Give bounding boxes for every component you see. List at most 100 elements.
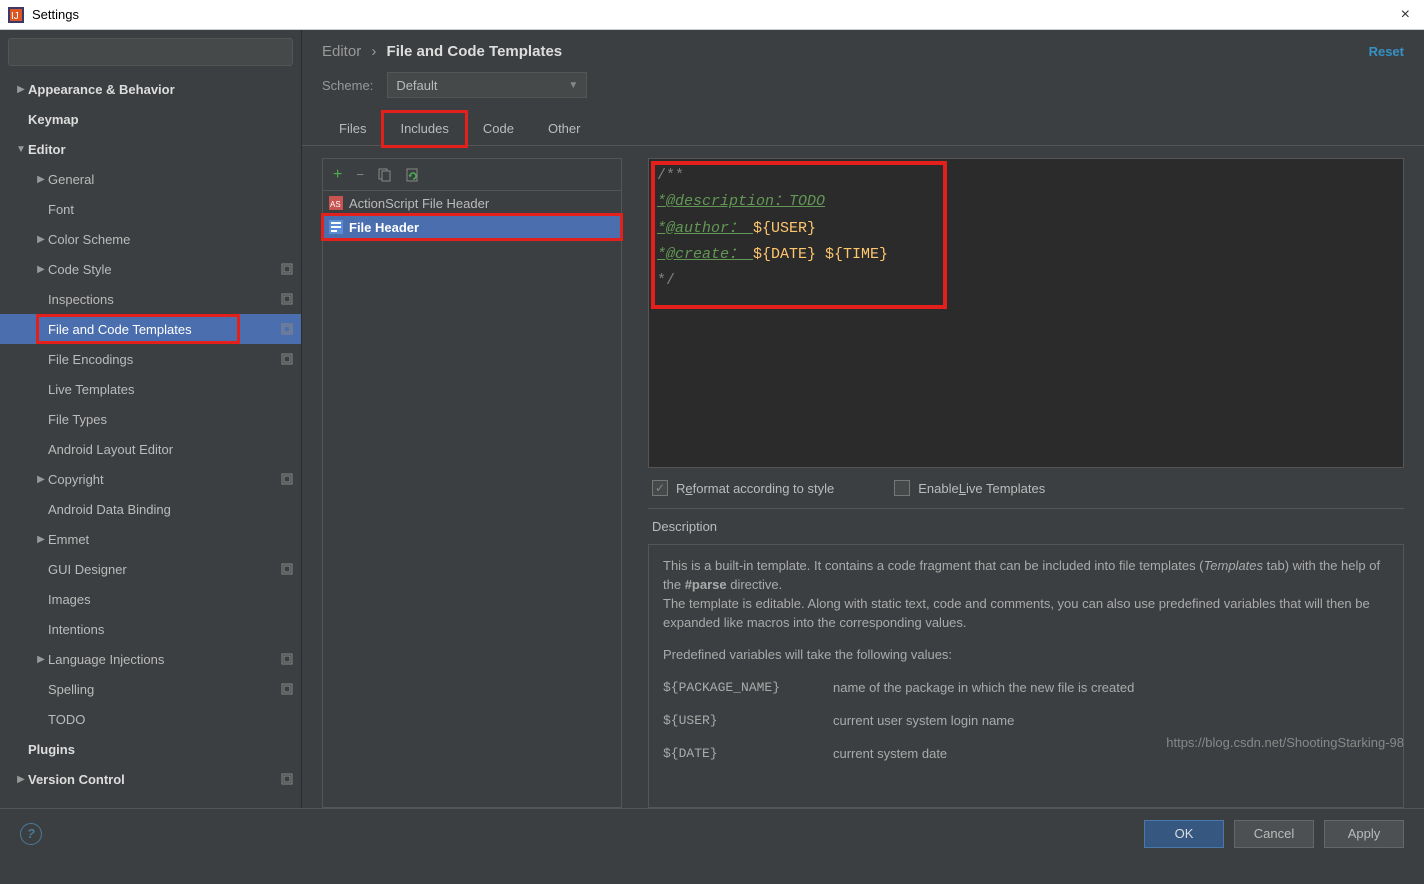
- ok-button[interactable]: OK: [1144, 820, 1224, 848]
- scope-icon: [281, 293, 293, 305]
- tab-files[interactable]: Files: [322, 112, 383, 145]
- sidebar-item-emmet[interactable]: ▶Emmet: [0, 524, 301, 554]
- sidebar-item-spelling[interactable]: Spelling: [0, 674, 301, 704]
- settings-tree[interactable]: ▶Appearance & BehaviorKeymap▼Editor▶Gene…: [0, 74, 301, 808]
- code-text: *@author：: [657, 220, 753, 237]
- includes-list[interactable]: AS ActionScript File Header File Header: [323, 191, 621, 807]
- sidebar-item-file-and-code-templates[interactable]: File and Code Templates: [0, 314, 301, 344]
- svg-text:IJ: IJ: [11, 11, 19, 22]
- sidebar-item-label: File Encodings: [48, 352, 277, 367]
- sidebar-item-gui-designer[interactable]: GUI Designer: [0, 554, 301, 584]
- sidebar-item-label: Language Injections: [48, 652, 277, 667]
- sidebar-item-label: Appearance & Behavior: [28, 82, 293, 97]
- help-button[interactable]: ?: [20, 823, 42, 845]
- sidebar-item-version-control[interactable]: ▶Version Control: [0, 764, 301, 794]
- breadcrumb: Editor › File and Code Templates: [322, 43, 1369, 60]
- chevron-right-icon: ▶: [34, 264, 48, 275]
- sidebar-item-label: File Types: [48, 412, 293, 427]
- chevron-right-icon: ▶: [14, 84, 28, 95]
- scheme-select[interactable]: Default ▼: [387, 72, 587, 98]
- variable-row: ${PACKAGE_NAME}name of the package in wh…: [663, 679, 1389, 698]
- sidebar-item-label: Keymap: [28, 112, 293, 127]
- chevron-right-icon: ▶: [34, 654, 48, 665]
- cancel-button[interactable]: Cancel: [1234, 820, 1314, 848]
- variable-desc: current user system login name: [833, 712, 1014, 731]
- sidebar-item-inspections[interactable]: Inspections: [0, 284, 301, 314]
- scope-icon: [281, 683, 293, 695]
- sidebar-item-android-data-binding[interactable]: Android Data Binding: [0, 494, 301, 524]
- settings-sidebar: 🔍 ▶Appearance & BehaviorKeymap▼Editor▶Ge…: [0, 30, 302, 808]
- sidebar-item-plugins[interactable]: Plugins: [0, 734, 301, 764]
- tab-code[interactable]: Code: [466, 112, 531, 145]
- sidebar-item-label: Emmet: [48, 532, 293, 547]
- sidebar-item-label: File and Code Templates: [48, 322, 277, 337]
- tab-other[interactable]: Other: [531, 112, 598, 145]
- scope-icon: [281, 563, 293, 575]
- variable-row: ${USER}current user system login name: [663, 712, 1389, 731]
- window-close-button[interactable]: ×: [1395, 6, 1416, 24]
- chevron-right-icon: ▶: [34, 534, 48, 545]
- sidebar-item-copyright[interactable]: ▶Copyright: [0, 464, 301, 494]
- chevron-down-icon: ▼: [14, 144, 28, 155]
- sidebar-item-file-encodings[interactable]: File Encodings: [0, 344, 301, 374]
- includes-toolbar: + −: [323, 159, 621, 191]
- scope-icon: [281, 263, 293, 275]
- include-item-label: ActionScript File Header: [349, 196, 489, 211]
- splitter[interactable]: [632, 158, 638, 808]
- settings-search-input[interactable]: [8, 38, 293, 66]
- breadcrumb-root[interactable]: Editor: [322, 43, 361, 60]
- sidebar-item-color-scheme[interactable]: ▶Color Scheme: [0, 224, 301, 254]
- sidebar-item-label: GUI Designer: [48, 562, 277, 577]
- reformat-checkbox[interactable]: Reformat according to style: [652, 480, 834, 496]
- sidebar-item-live-templates[interactable]: Live Templates: [0, 374, 301, 404]
- sidebar-item-label: Android Layout Editor: [48, 442, 293, 457]
- variable-desc: name of the package in which the new fil…: [833, 679, 1134, 698]
- reset-link[interactable]: Reset: [1369, 44, 1404, 59]
- sidebar-item-appearance-behavior[interactable]: ▶Appearance & Behavior: [0, 74, 301, 104]
- include-item-label: File Header: [349, 220, 419, 235]
- sidebar-item-label: Images: [48, 592, 293, 607]
- sidebar-item-android-layout-editor[interactable]: Android Layout Editor: [0, 434, 301, 464]
- code-text: *@create：: [657, 246, 753, 263]
- sidebar-item-todo[interactable]: TODO: [0, 704, 301, 734]
- sidebar-item-code-style[interactable]: ▶Code Style: [0, 254, 301, 284]
- apply-button[interactable]: Apply: [1324, 820, 1404, 848]
- sidebar-item-images[interactable]: Images: [0, 584, 301, 614]
- sidebar-item-intentions[interactable]: Intentions: [0, 614, 301, 644]
- template-tabs: FilesIncludesCodeOther: [302, 112, 1424, 146]
- sidebar-item-label: Intentions: [48, 622, 293, 637]
- code-text: TODO: [789, 193, 825, 210]
- dialog-footer: ? OK Cancel Apply: [0, 808, 1424, 858]
- sidebar-item-keymap[interactable]: Keymap: [0, 104, 301, 134]
- title-bar: IJ Settings ×: [0, 0, 1424, 30]
- include-item[interactable]: File Header: [323, 215, 621, 239]
- code-var: ${DATE}: [753, 246, 816, 263]
- sidebar-item-font[interactable]: Font: [0, 194, 301, 224]
- svg-text:AS: AS: [330, 200, 341, 209]
- add-icon[interactable]: +: [333, 166, 342, 184]
- variables-table: ${PACKAGE_NAME}name of the package in wh…: [663, 679, 1389, 764]
- tab-includes[interactable]: Includes: [383, 112, 465, 146]
- sidebar-item-label: Copyright: [48, 472, 277, 487]
- code-var: ${USER}: [753, 220, 816, 237]
- sidebar-item-editor[interactable]: ▼Editor: [0, 134, 301, 164]
- sidebar-item-label: TODO: [48, 712, 293, 727]
- window-title: Settings: [32, 7, 79, 22]
- sidebar-item-label: Font: [48, 202, 293, 217]
- copy-icon[interactable]: [378, 168, 392, 182]
- refresh-icon[interactable]: [406, 168, 420, 182]
- variable-key: ${DATE}: [663, 745, 833, 764]
- include-item[interactable]: AS ActionScript File Header: [323, 191, 621, 215]
- sidebar-item-label: Plugins: [28, 742, 293, 757]
- sidebar-item-language-injections[interactable]: ▶Language Injections: [0, 644, 301, 674]
- enable-live-templates-checkbox[interactable]: Enable Live Templates: [894, 480, 1045, 496]
- template-editor[interactable]: /** *@description：TODO *@author： ${USER}…: [648, 158, 1404, 468]
- app-icon: IJ: [8, 7, 24, 23]
- template-options: Reformat according to style Enable Live …: [648, 468, 1404, 509]
- code-text: /**: [657, 167, 684, 184]
- sidebar-item-general[interactable]: ▶General: [0, 164, 301, 194]
- chevron-right-icon: ▶: [34, 234, 48, 245]
- sidebar-item-file-types[interactable]: File Types: [0, 404, 301, 434]
- variable-key: ${USER}: [663, 712, 833, 731]
- remove-icon[interactable]: −: [356, 167, 364, 182]
